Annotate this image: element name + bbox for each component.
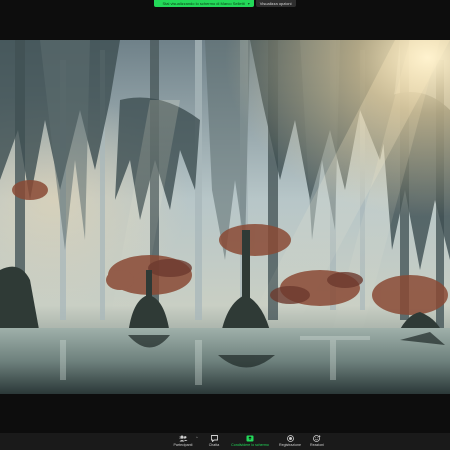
shared-screen [0, 40, 450, 394]
chat-label: Chatta [208, 443, 220, 447]
view-options-label: Visualizza opzioni [259, 1, 292, 6]
cypress-swamp-photo [0, 40, 450, 394]
meeting-toolbar: 104 ^ Partecipanti Chatta Condividere lo… [0, 433, 450, 450]
share-screen-icon [246, 435, 254, 442]
top-bar: Stai visualizzando lo schermo di Marco S… [0, 0, 450, 10]
share-status-banner[interactable]: Stai visualizzando lo schermo di Marco S… [154, 0, 254, 7]
chat-button[interactable]: Chatta [202, 433, 226, 450]
share-status-text: Stai visualizzando lo schermo di Marco S… [162, 1, 245, 6]
share-screen-button[interactable]: Condividere lo schermo [226, 433, 274, 450]
chevron-up-icon: ^ [196, 436, 198, 440]
view-options-button[interactable]: Visualizza opzioni [255, 0, 296, 7]
reactions-label: Reazioni [310, 443, 324, 447]
reactions-button[interactable]: Reazioni [304, 433, 330, 450]
record-label: Registrazione [279, 443, 301, 447]
record-button[interactable]: Registrazione [274, 433, 306, 450]
chevron-down-icon: ▾ [247, 1, 250, 6]
participants-label: Partecipanti [173, 443, 193, 447]
participants-button[interactable]: 104 ^ Partecipanti [166, 433, 200, 450]
smile-icon [313, 435, 321, 442]
record-icon [286, 435, 294, 442]
participants-count: 104 [179, 436, 185, 440]
share-screen-label: Condividere lo schermo [231, 443, 269, 447]
chat-icon [210, 435, 218, 442]
